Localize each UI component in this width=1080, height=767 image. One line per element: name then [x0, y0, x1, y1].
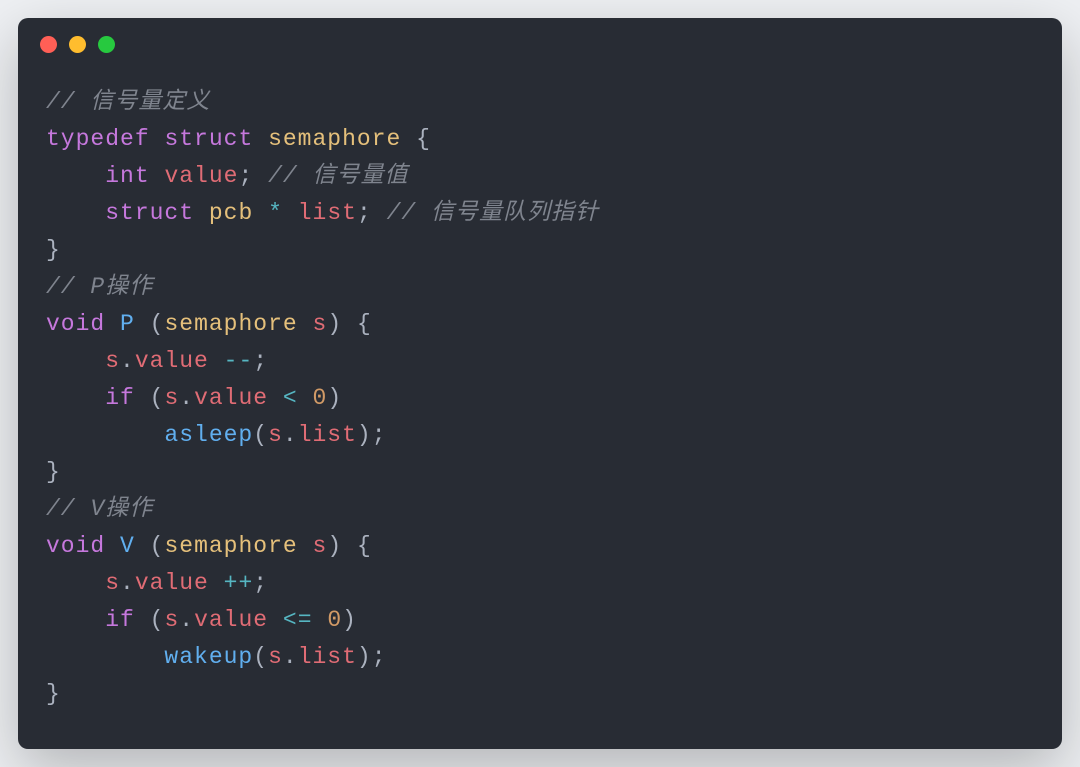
punct-lparen: (	[150, 607, 165, 633]
punct-rparen: )	[357, 422, 372, 448]
type-semaphore: semaphore	[268, 126, 401, 152]
fn-wakeup: wakeup	[164, 644, 253, 670]
var-value: value	[164, 163, 238, 189]
punct-dot: .	[120, 348, 135, 374]
op-inc: ++	[224, 570, 254, 596]
code-window: // 信号量定义 typedef struct semaphore { int …	[18, 18, 1062, 749]
punct-lparen: (	[253, 644, 268, 670]
punct-lbrace: {	[357, 533, 372, 559]
num-zero: 0	[313, 385, 328, 411]
var-s: s	[268, 644, 283, 670]
comment-semaphore-def: // 信号量定义	[46, 89, 210, 115]
punct-dot: .	[179, 607, 194, 633]
punct-dot: .	[120, 570, 135, 596]
punct-dot: .	[283, 644, 298, 670]
window-titlebar	[18, 18, 1062, 70]
punct-lbrace: {	[416, 126, 431, 152]
punct-semi: ;	[357, 200, 372, 226]
var-list: list	[298, 644, 357, 670]
var-s: s	[313, 533, 328, 559]
punct-rparen: )	[327, 311, 342, 337]
kw-typedef: typedef	[46, 126, 150, 152]
kw-struct: struct	[164, 126, 253, 152]
kw-void: void	[46, 311, 105, 337]
punct-rbrace: }	[46, 459, 61, 485]
var-s: s	[313, 311, 328, 337]
punct-rbrace: }	[46, 681, 61, 707]
type-pcb: pcb	[209, 200, 253, 226]
var-value: value	[194, 607, 268, 633]
var-s: s	[105, 348, 120, 374]
var-list: list	[298, 200, 357, 226]
punct-semi: ;	[372, 422, 387, 448]
op-le: <=	[283, 607, 313, 633]
op-star: *	[268, 200, 283, 226]
comment-v-op: // V操作	[46, 496, 153, 522]
punct-dot: .	[283, 422, 298, 448]
punct-dot: .	[179, 385, 194, 411]
punct-lparen: (	[150, 311, 165, 337]
comment-semaphore-list: // 信号量队列指针	[387, 200, 599, 226]
code-block: // 信号量定义 typedef struct semaphore { int …	[18, 70, 1062, 749]
punct-lbrace: {	[357, 311, 372, 337]
type-semaphore: semaphore	[164, 311, 297, 337]
var-s: s	[164, 607, 179, 633]
type-semaphore: semaphore	[164, 533, 297, 559]
punct-lparen: (	[150, 533, 165, 559]
fn-v: V	[120, 533, 135, 559]
zoom-dot[interactable]	[98, 36, 115, 53]
comment-semaphore-value: // 信号量值	[268, 163, 408, 189]
punct-lparen: (	[253, 422, 268, 448]
minimize-dot[interactable]	[69, 36, 86, 53]
num-zero: 0	[327, 607, 342, 633]
fn-p: P	[120, 311, 135, 337]
var-s: s	[164, 385, 179, 411]
punct-rparen: )	[342, 607, 357, 633]
var-list: list	[298, 422, 357, 448]
fn-asleep: asleep	[164, 422, 253, 448]
punct-semi: ;	[253, 348, 268, 374]
punct-semi: ;	[238, 163, 253, 189]
var-value: value	[135, 570, 209, 596]
punct-semi: ;	[372, 644, 387, 670]
var-value: value	[135, 348, 209, 374]
kw-struct: struct	[105, 200, 194, 226]
var-value: value	[194, 385, 268, 411]
op-lt: <	[283, 385, 298, 411]
kw-if: if	[105, 385, 135, 411]
var-s: s	[268, 422, 283, 448]
var-s: s	[105, 570, 120, 596]
punct-rbrace: }	[46, 237, 61, 263]
op-dec: --	[224, 348, 254, 374]
kw-int: int	[105, 163, 149, 189]
punct-rparen: )	[357, 644, 372, 670]
comment-p-op: // P操作	[46, 274, 153, 300]
punct-rparen: )	[327, 533, 342, 559]
kw-void: void	[46, 533, 105, 559]
punct-semi: ;	[253, 570, 268, 596]
punct-rparen: )	[327, 385, 342, 411]
kw-if: if	[105, 607, 135, 633]
close-dot[interactable]	[40, 36, 57, 53]
punct-lparen: (	[150, 385, 165, 411]
